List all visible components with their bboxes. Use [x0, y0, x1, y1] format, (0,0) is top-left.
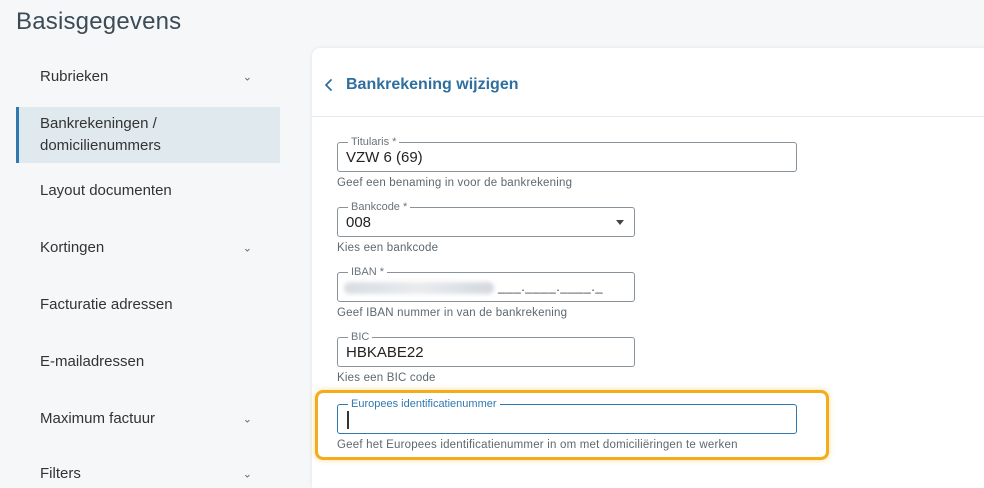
sidebar-item-label: Layout documenten — [40, 182, 172, 199]
iban-hint: Geef IBAN nummer in van de bankrekening — [337, 307, 568, 319]
sidebar-item-label: Maximum factuur — [40, 410, 156, 427]
panel-title: Bankrekening wijzigen — [346, 76, 519, 93]
sidebar-item-facturatie-adressen[interactable]: Facturatie adressen — [16, 296, 280, 313]
iban-field: IBAN * ___.____.____._ Geef IBAN nummer … — [337, 265, 635, 319]
titularis-value: VZW 6 (69) — [346, 149, 423, 166]
europees-id-hint: Geef het Europees identificatienummer in… — [337, 439, 738, 451]
sidebar: Rubrieken ⌄ Bankrekeningen / domicilienum… — [0, 48, 290, 482]
titularis-field: Titularis * VZW 6 (69) Geef een benaming… — [337, 135, 797, 189]
bankcode-hint: Kies een bankcode — [337, 242, 439, 254]
sidebar-item-maximum-factuur[interactable]: Maximum factuur ⌄ — [16, 410, 280, 427]
sidebar-item-e-mailadressen[interactable]: E-mailadressen — [16, 353, 280, 370]
titularis-hint: Geef een benaming in voor de bankrekenin… — [337, 177, 573, 189]
edit-panel: Bankrekening wijzigen Titularis * VZW 6 … — [312, 48, 984, 488]
bic-field: BIC HBKABE22 Kies een BIC code — [337, 330, 635, 384]
europees-id-field: Europees identificatienummer Geef het Eu… — [337, 397, 797, 451]
iban-mask-placeholder: ___.____.____._ — [498, 279, 604, 294]
bankcode-select[interactable]: Bankcode * 008 — [337, 200, 635, 237]
chevron-down-icon: ⌄ — [242, 468, 252, 480]
sidebar-item-label: Rubrieken — [40, 68, 109, 85]
page-title: Basisgegevens — [16, 8, 182, 35]
sidebar-item-rubrieken[interactable]: Rubrieken ⌄ — [16, 68, 280, 85]
bic-hint: Kies een BIC code — [337, 372, 436, 384]
caret-down-icon[interactable] — [616, 220, 624, 225]
sidebar-item-label: E-mailadressen — [40, 353, 145, 370]
titularis-input[interactable]: Titularis * VZW 6 (69) — [337, 135, 797, 172]
europees-id-input[interactable]: Europees identificatienummer — [337, 397, 797, 434]
iban-redacted-value — [344, 282, 494, 294]
chevron-down-icon: ⌄ — [242, 242, 252, 254]
bic-value: HBKABE22 — [346, 344, 424, 361]
sidebar-item-filters[interactable]: Filters ⌄ — [16, 465, 280, 482]
sidebar-item-layout-documenten[interactable]: Layout documenten — [16, 182, 280, 199]
bic-label: BIC — [348, 330, 373, 344]
iban-input[interactable]: IBAN * ___.____.____._ — [337, 265, 635, 302]
titularis-label: Titularis * — [348, 135, 400, 149]
text-cursor — [347, 411, 349, 429]
sidebar-item-kortingen[interactable]: Kortingen ⌄ — [16, 239, 280, 256]
chevron-left-icon[interactable] — [322, 78, 336, 92]
iban-label: IBAN * — [348, 265, 388, 279]
sidebar-item-label: Facturatie adressen — [40, 296, 173, 313]
sidebar-item-label: Kortingen — [40, 239, 105, 256]
sidebar-item-label: Bankrekeningen / domicilienummers — [40, 115, 161, 154]
bic-input[interactable]: BIC HBKABE22 — [337, 330, 635, 367]
chevron-down-icon: ⌄ — [242, 71, 252, 83]
bankcode-value: 008 — [346, 214, 372, 231]
panel-header: Bankrekening wijzigen — [312, 48, 984, 117]
chevron-down-icon: ⌄ — [242, 413, 252, 425]
bankcode-label: Bankcode * — [348, 200, 411, 214]
sidebar-item-label: Filters — [40, 465, 81, 482]
europees-id-label: Europees identificatienummer — [348, 397, 500, 411]
sidebar-item-bankrekeningen[interactable]: Bankrekeningen / domicilienummers — [16, 107, 280, 163]
bankcode-field: Bankcode * 008 Kies een bankcode — [337, 200, 635, 254]
